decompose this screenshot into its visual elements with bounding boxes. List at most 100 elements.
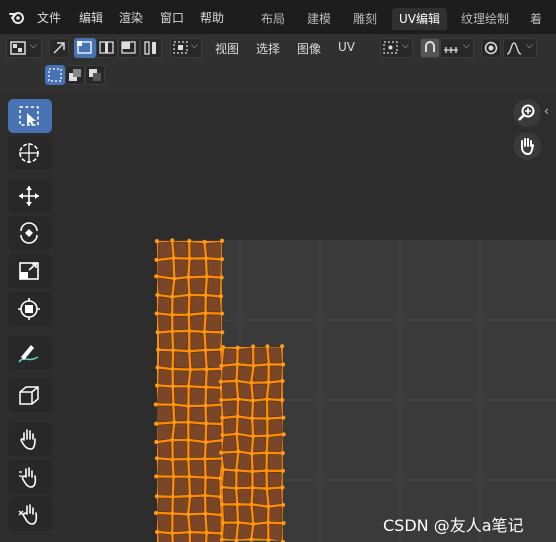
- blender-logo-icon[interactable]: [9, 9, 25, 25]
- falloff-dropdown[interactable]: ⌵: [503, 38, 537, 58]
- uv-face: [237, 523, 252, 540]
- uv-face: [189, 460, 205, 477]
- zoom-button[interactable]: [513, 99, 541, 127]
- select-extend-button[interactable]: [65, 65, 85, 85]
- pinch-tool[interactable]: [8, 497, 52, 531]
- transform-tool[interactable]: [8, 292, 52, 326]
- sticky-selection-button[interactable]: ⌵: [170, 38, 202, 58]
- uv-vertex: [153, 402, 158, 407]
- cursor-tool[interactable]: [8, 136, 52, 170]
- uv-face: [223, 505, 237, 522]
- uv-vertex: [170, 312, 175, 317]
- uv-vertex: [234, 486, 239, 491]
- face-select-mode-button[interactable]: [118, 38, 140, 58]
- uv-face: [252, 505, 268, 523]
- uv-face: [223, 523, 237, 540]
- uv-vertex: [202, 239, 207, 245]
- uv-vertex: [186, 437, 191, 443]
- uv-vertex: [236, 449, 241, 454]
- uv-face: [252, 383, 268, 400]
- rotate-icon: [20, 222, 38, 244]
- uv-editor-header: ⌵ ⌵ 视图 选择 图像 UV ⌵ ⌵ ⌵: [0, 34, 556, 92]
- grab-tool[interactable]: [8, 422, 52, 456]
- workspace-tab-texture-paint[interactable]: 纹理绘制: [454, 8, 516, 30]
- uv-face: [252, 365, 268, 382]
- uv-vertex: [154, 311, 159, 316]
- pan-button[interactable]: [513, 132, 541, 160]
- uv-face: [253, 471, 266, 488]
- edge-select-mode-button[interactable]: [96, 38, 118, 58]
- header-menu-select[interactable]: 选择: [256, 40, 280, 57]
- relax-tool[interactable]: [8, 460, 52, 494]
- uv-face: [206, 388, 221, 405]
- rotate-tool[interactable]: [8, 216, 52, 250]
- menu-edit[interactable]: 编辑: [79, 9, 103, 26]
- chevron-down-icon: ⌵: [526, 41, 533, 51]
- header-menu-image[interactable]: 图像: [297, 40, 321, 57]
- menu-render[interactable]: 渲染: [119, 9, 143, 26]
- uv-vertex: [280, 378, 285, 384]
- uv-face: [207, 259, 221, 277]
- uv-face: [205, 314, 222, 332]
- chevron-left-icon[interactable]: ‹: [544, 104, 549, 118]
- project-tool[interactable]: [8, 378, 52, 412]
- workspace-tab-uv-editing[interactable]: UV编辑: [392, 8, 447, 30]
- uv-face: [158, 350, 172, 368]
- uv-vertex: [203, 439, 208, 445]
- uv-vertex: [203, 511, 208, 516]
- header-menu-uv[interactable]: UV: [338, 40, 355, 54]
- menu-window[interactable]: 窗口: [160, 9, 184, 26]
- workspace-tab-layout[interactable]: 布局: [254, 8, 292, 30]
- uv-vertex: [202, 456, 208, 462]
- pinch-icon: [18, 504, 38, 525]
- uv-vertex: [187, 328, 192, 334]
- island-select-mode-button[interactable]: [140, 38, 162, 58]
- scale-tool[interactable]: [8, 254, 52, 288]
- menu-file[interactable]: 文件: [37, 9, 61, 26]
- snap-toggle[interactable]: [420, 38, 440, 58]
- uv-vertex: [155, 330, 160, 335]
- select-subtract-button[interactable]: [85, 65, 105, 85]
- workspace-tab-sculpting[interactable]: 雕刻: [346, 8, 384, 30]
- uv-viewport[interactable]: ‹: [0, 92, 556, 542]
- uv-vertex: [235, 345, 240, 350]
- vertex-select-mode-button[interactable]: [74, 38, 96, 58]
- uv-face: [157, 514, 172, 532]
- workspace-tab-modeling[interactable]: 建模: [300, 8, 338, 30]
- select-subtract-icon: [89, 69, 101, 81]
- move-tool[interactable]: [8, 179, 52, 213]
- sticky-selection-icon: [173, 41, 188, 54]
- uv-vertex: [187, 530, 192, 535]
- uv-vertex: [220, 520, 225, 525]
- workspace-tab-shading[interactable]: 着色: [523, 8, 556, 48]
- uv-vertex: [219, 363, 224, 368]
- uv-face: [157, 259, 174, 278]
- uv-canvas[interactable]: [0, 92, 556, 542]
- header-menu-view[interactable]: 视图: [215, 40, 239, 57]
- uv-face: [237, 365, 253, 382]
- uv-island-right: [218, 344, 286, 542]
- editor-type-button[interactable]: ⌵: [6, 38, 42, 58]
- uv-vertex: [265, 433, 270, 438]
- snap-target-dropdown[interactable]: ⌵: [440, 38, 474, 58]
- uv-vertex: [188, 367, 193, 372]
- pivot-point-button[interactable]: ⌵: [380, 38, 413, 58]
- uv-face: [173, 387, 188, 405]
- falloff-curve-icon: [506, 42, 522, 55]
- select-new-button[interactable]: [45, 65, 65, 85]
- proportional-edit-toggle[interactable]: [481, 38, 501, 58]
- uv-face: [189, 314, 205, 331]
- uv-vertex: [221, 345, 226, 350]
- uv-vertex: [235, 397, 241, 402]
- annotate-tool[interactable]: [8, 336, 52, 370]
- relax-icon: [19, 467, 37, 488]
- uv-vertex: [249, 502, 254, 507]
- uv-vertex: [249, 451, 254, 456]
- uv-sync-selection-button[interactable]: [49, 38, 69, 58]
- grab-icon: [20, 429, 36, 450]
- menu-help[interactable]: 帮助: [200, 9, 224, 26]
- uv-face: [158, 368, 172, 386]
- select-box-tool[interactable]: [8, 99, 52, 133]
- uv-vertex: [264, 468, 269, 473]
- uv-vertex: [171, 256, 176, 261]
